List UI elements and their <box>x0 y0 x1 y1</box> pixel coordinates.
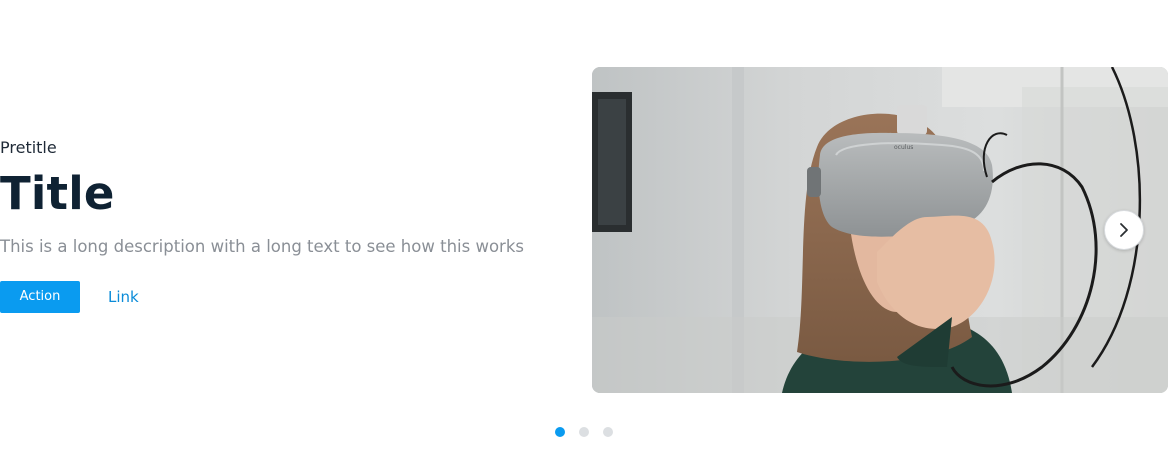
link[interactable]: Link <box>108 288 139 306</box>
carousel-dot-2[interactable] <box>579 427 589 437</box>
carousel-pagination <box>555 427 613 437</box>
hero-actions: Action Link <box>0 281 560 313</box>
carousel-dot-3[interactable] <box>603 427 613 437</box>
chevron-right-icon <box>1120 223 1128 237</box>
headset-brand: oculus <box>894 144 913 151</box>
carousel-image: oculus <box>592 67 1168 393</box>
pretitle: Pretitle <box>0 138 57 157</box>
carousel-dot-1[interactable] <box>555 427 565 437</box>
carousel-next-button[interactable] <box>1104 210 1144 250</box>
vr-photo: oculus <box>592 67 1168 393</box>
hero-title: Title <box>0 167 115 220</box>
hero-carousel: Pretitle Title This is a long descriptio… <box>0 0 1168 460</box>
hero-description: This is a long description with a long t… <box>0 237 524 256</box>
hero-text-block: Pretitle Title This is a long descriptio… <box>0 137 560 313</box>
action-button[interactable]: Action <box>0 281 80 313</box>
